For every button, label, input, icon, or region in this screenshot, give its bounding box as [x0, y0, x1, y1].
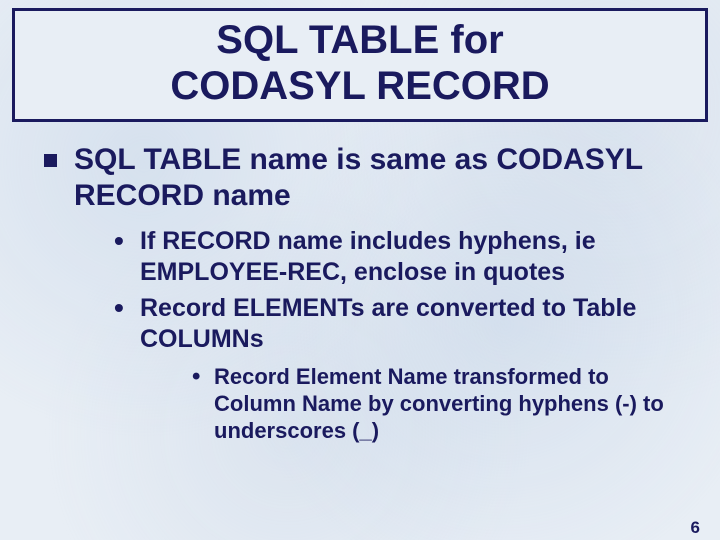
bullet-l2-1-text: Record ELEMENTs are converted to Table C… [140, 294, 636, 353]
bullet-l2-0-text: If RECORD name includes hyphens, ie EMPL… [140, 227, 596, 286]
title-line-1: SQL TABLE for [25, 17, 695, 63]
bullet-l3-0-text: Record Element Name transformed to Colum… [214, 364, 664, 443]
title-line-2: CODASYL RECORD [25, 63, 695, 109]
slide-content: SQL TABLE name is same as CODASYL RECORD… [0, 122, 720, 444]
bullet-l1-0: SQL TABLE name is same as CODASYL RECORD… [44, 142, 690, 444]
page-number: 6 [691, 518, 700, 538]
bullet-l2-0: If RECORD name includes hyphens, ie EMPL… [114, 226, 690, 287]
bullet-list-level2: If RECORD name includes hyphens, ie EMPL… [74, 226, 690, 444]
bullet-list-level1: SQL TABLE name is same as CODASYL RECORD… [30, 142, 690, 444]
bullet-l2-1: Record ELEMENTs are converted to Table C… [114, 293, 690, 444]
slide-title-box: SQL TABLE for CODASYL RECORD [12, 8, 708, 122]
bullet-list-level3: Record Element Name transformed to Colum… [140, 364, 690, 444]
bullet-l3-0: Record Element Name transformed to Colum… [192, 364, 690, 444]
bullet-l1-0-text: SQL TABLE name is same as CODASYL RECORD… [74, 143, 643, 212]
